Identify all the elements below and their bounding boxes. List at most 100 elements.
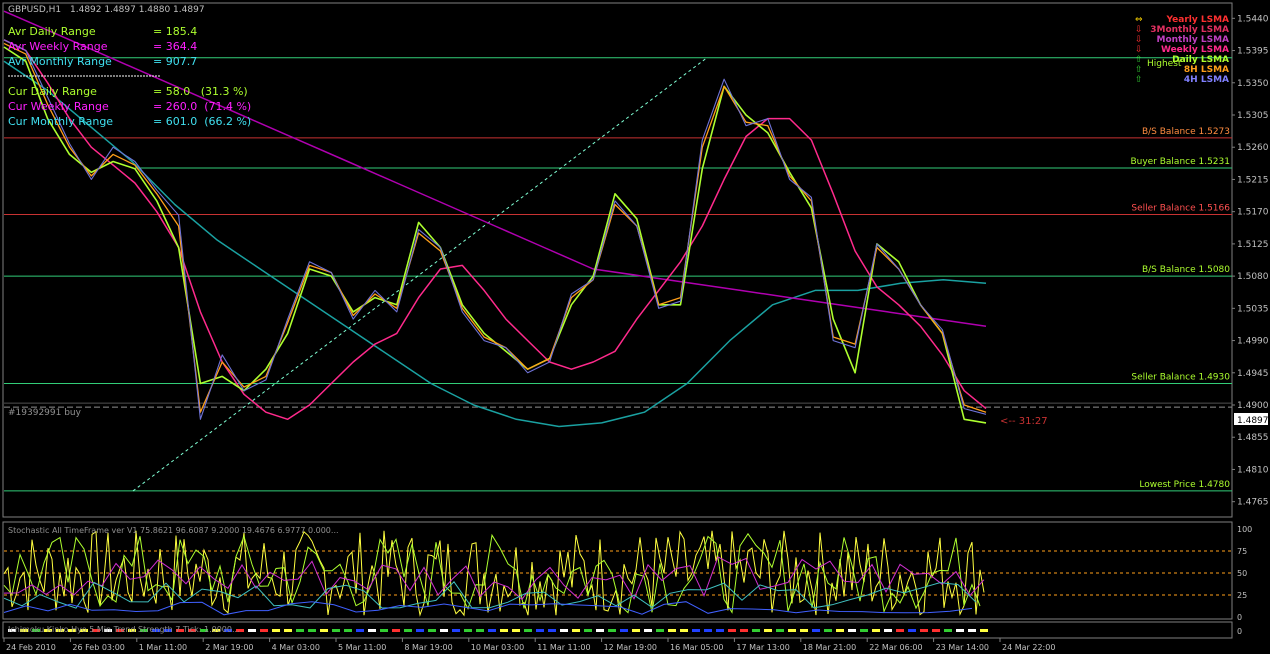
legend-arrow-icon: ⇩ <box>1135 45 1143 55</box>
price-tick-label: 1.5260 <box>1237 143 1269 153</box>
trend-strength-dash <box>788 629 796 632</box>
main-chart-frame[interactable] <box>2 2 1233 518</box>
time-tick-label: 4 Mar 03:00 <box>272 643 320 652</box>
trend-strength-dash <box>752 629 760 632</box>
trend-strength-dash <box>956 629 964 632</box>
price-tick-label: 1.5305 <box>1237 111 1269 121</box>
cur-daily-value: = 58.0 (31.3 %) <box>153 85 248 98</box>
stochastic-title: Stochastic All TimeFrame ver V1 75.8621 … <box>8 526 339 535</box>
series-4h-lsma <box>3 39 987 420</box>
price-tick-label: 1.4765 <box>1237 498 1269 508</box>
trend-strength-dash <box>848 629 856 632</box>
level-label: Buyer Balance 1.5231 <box>1130 157 1230 167</box>
series-8h-lsma <box>3 42 987 413</box>
trend-strength-dash <box>872 629 880 632</box>
cur-weekly-value: = 260.0 (71.4 %) <box>153 100 251 113</box>
trend-strength-dash <box>332 629 340 632</box>
trading-chart[interactable]: B/S Balance 1.5273 Buyer Balance 1.5231 Se… <box>0 0 1270 654</box>
trend-strength-dash <box>368 629 376 632</box>
trend-strength-dash <box>548 629 556 632</box>
level-label: B/S Balance 1.5080 <box>1142 265 1230 275</box>
stochastic-tick-label: 100 <box>1237 525 1252 534</box>
trend-strength-dash <box>644 629 652 632</box>
price-tick-label: 1.5395 <box>1237 47 1269 57</box>
trend-strength-dash <box>668 629 676 632</box>
trend-strength-dash <box>344 629 352 632</box>
trend-strength-dash <box>356 629 364 632</box>
price-tick-label: 1.4900 <box>1237 401 1269 411</box>
price-tick-label: 1.4990 <box>1237 337 1269 347</box>
trend-strength-dash <box>608 629 616 632</box>
trend-strength-dash <box>248 629 256 632</box>
trend-strength-dash <box>692 629 700 632</box>
trend-strength-dash <box>500 629 508 632</box>
price-tick-label: 1.4810 <box>1237 465 1269 475</box>
trend-strength-dash <box>464 629 472 632</box>
legend-item: Monthly LSMA <box>1157 35 1230 45</box>
time-tick-label: 17 Mar 13:00 <box>736 643 789 652</box>
avg-daily-value: = 185.4 <box>153 25 197 38</box>
time-axis[interactable]: 24 Feb 2010 26 Feb 03:00 1 Mar 11:00 2 Mar … <box>3 638 1055 652</box>
trend-strength-dash <box>620 629 628 632</box>
trend-strength-dash <box>896 629 904 632</box>
time-tick-label: 11 Mar 11:00 <box>537 643 590 652</box>
trend-strength-dash <box>476 629 484 632</box>
avg-weekly-value: = 364.4 <box>153 40 197 53</box>
time-tick-label: 2 Mar 19:00 <box>205 643 253 652</box>
current-price-label: 1.4897 <box>1237 416 1269 426</box>
trend-strength-dash <box>260 629 268 632</box>
trend-strength-dash <box>536 629 544 632</box>
trend-strength-dash <box>428 629 436 632</box>
level-label: Lowest Price 1.4780 <box>1139 480 1230 490</box>
trend-strength-dash <box>380 629 388 632</box>
price-tick-label: 1.5080 <box>1237 272 1269 282</box>
series-layer <box>3 10 987 428</box>
time-tick-label: 18 Mar 21:00 <box>803 643 856 652</box>
trend-title: Ichimoku Kinko Hyo 5 Min Trend Strength … <box>8 625 240 634</box>
trend-strength-dash <box>944 629 952 632</box>
price-tick-label: 1.5440 <box>1237 14 1269 24</box>
trend-axis-zero: 0 <box>1237 627 1242 636</box>
time-tick-label: 24 Feb 2010 <box>6 643 56 652</box>
order-label: #19392991 buy <box>8 408 82 418</box>
stochastic-tick-label: 25 <box>1237 591 1247 600</box>
time-tick-label: 26 Feb 03:00 <box>72 643 124 652</box>
trend-strength-dash <box>572 629 580 632</box>
cur-daily-label: Cur Daily Range <box>8 85 97 98</box>
price-axis[interactable]: 1.5440 1.5395 1.5350 1.5305 1.5260 1.5215 1.51… <box>1232 14 1269 508</box>
legend-arrow-icon: ⇩ <box>1135 35 1143 45</box>
countdown-timer: <-- 31:27 <box>1000 416 1048 427</box>
trend-strength-dash <box>560 629 568 632</box>
trend-strength-dash <box>440 629 448 632</box>
legend-item: 8H LSMA <box>1184 65 1229 75</box>
trend-strength-dash <box>980 629 988 632</box>
trend-strength-dash <box>584 629 592 632</box>
legend-item: 3Monthly LSMA <box>1150 25 1229 35</box>
price-tick-label: 1.5170 <box>1237 208 1269 218</box>
trend-strength-dash <box>812 629 820 632</box>
stochastic-layer <box>3 530 1232 617</box>
trend-strength-dash <box>284 629 292 632</box>
trend-strength-dash <box>632 629 640 632</box>
cur-monthly-value: = 601.0 (66.2 %) <box>153 115 251 128</box>
trend-strength-dash <box>452 629 460 632</box>
trend-strength-dash <box>932 629 940 632</box>
series-3monthly-lsma <box>3 60 987 428</box>
time-tick-label: 12 Mar 19:00 <box>604 643 657 652</box>
trend-strength-dash <box>884 629 892 632</box>
price-tick-label: 1.4945 <box>1237 369 1269 379</box>
series-weekly-lsma <box>3 39 987 421</box>
time-tick-label: 23 Mar 14:00 <box>936 643 989 652</box>
trend-strength-dash <box>728 629 736 632</box>
highest-label: Highest <box>1147 59 1182 69</box>
range-stats: Avr Daily Range = 185.4 Avr Weekly Range… <box>8 25 251 128</box>
trend-strength-dash <box>392 629 400 632</box>
cur-weekly-label: Cur Weekly Range <box>8 100 109 113</box>
trend-strength-dash <box>296 629 304 632</box>
legend-arrow-icon: ⇧ <box>1135 65 1143 75</box>
trend-strength-dash <box>740 629 748 632</box>
ohlc-values: 1.4892 1.4897 1.4880 1.4897 <box>70 5 205 15</box>
trend-strength-dash <box>704 629 712 632</box>
stochastic-tick-label: 50 <box>1237 569 1247 578</box>
time-tick-label: 1 Mar 11:00 <box>139 643 187 652</box>
